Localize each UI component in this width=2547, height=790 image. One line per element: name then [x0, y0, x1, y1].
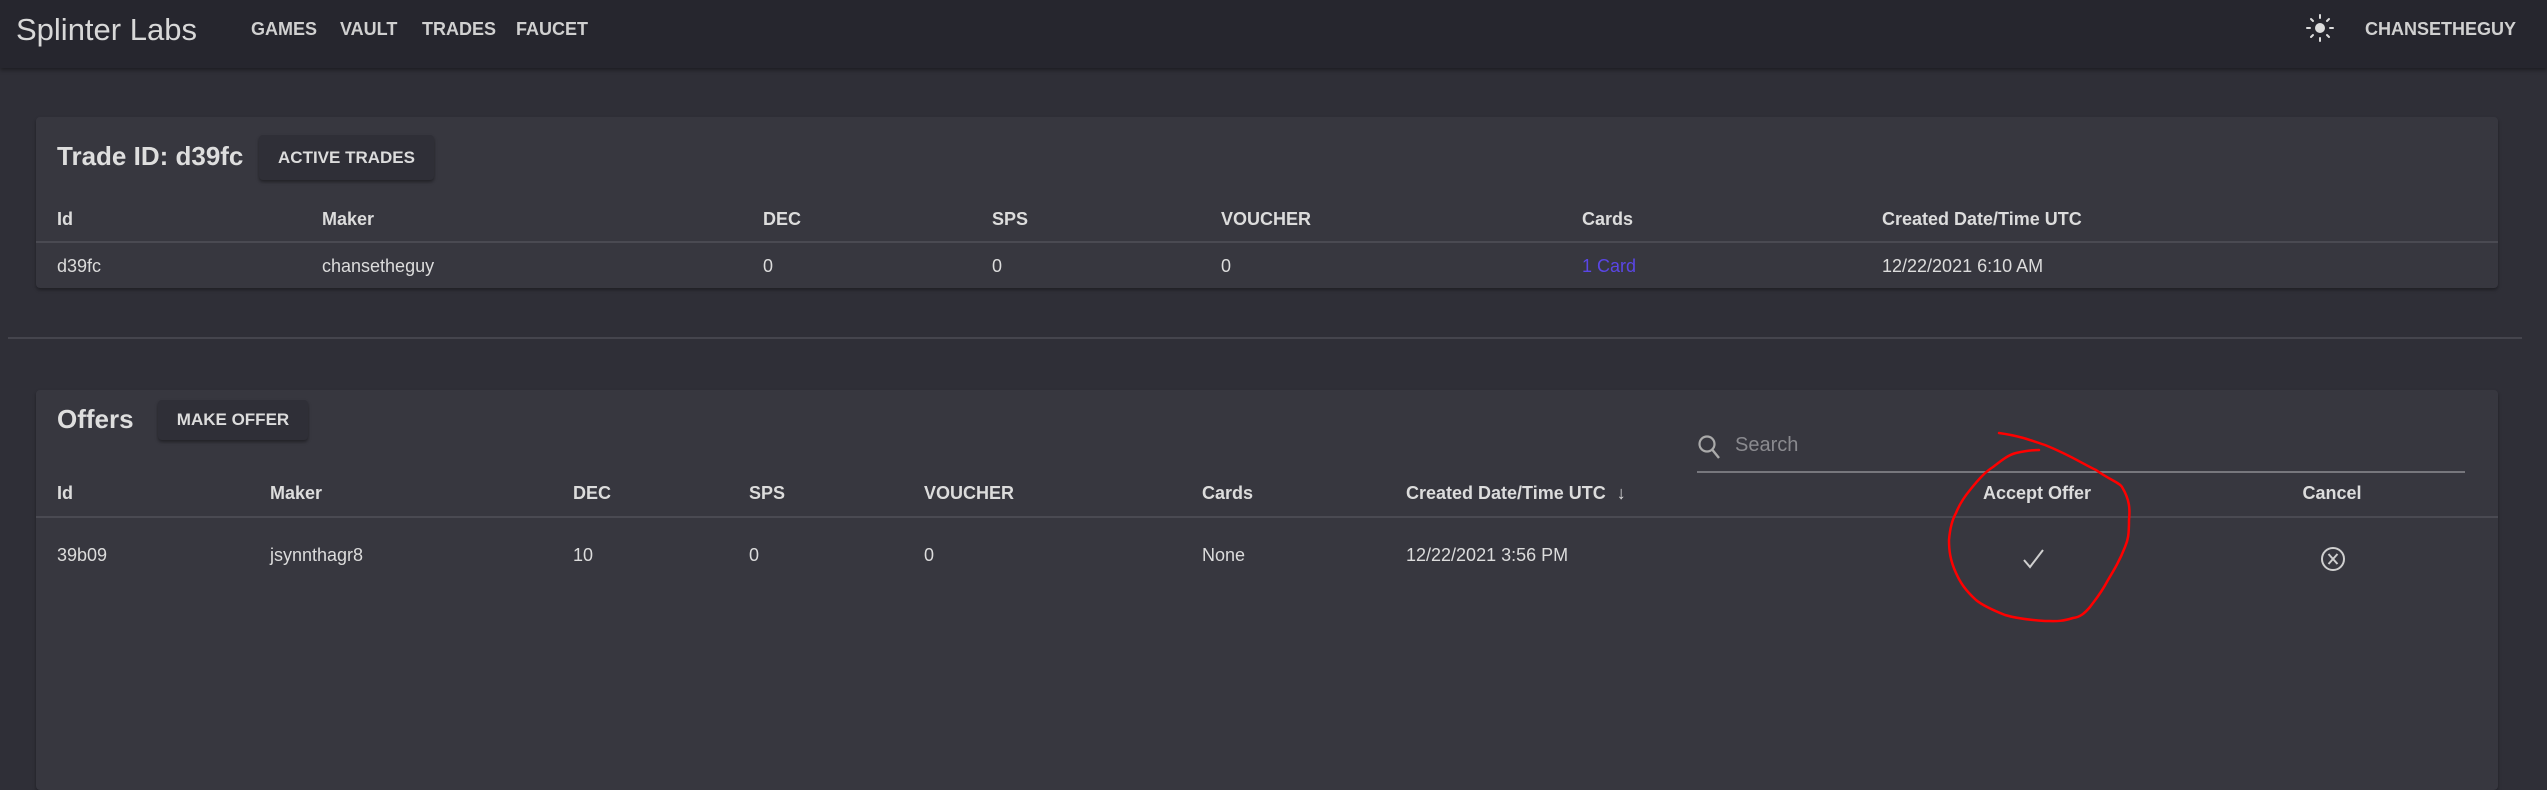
cell-id: d39fc: [57, 256, 102, 276]
col-header-created: Created Date/Time UTC: [1406, 483, 1606, 503]
offers-title: Offers: [57, 404, 134, 434]
col-header-cancel: Cancel: [2302, 483, 2362, 503]
cancel-circle-x-icon[interactable]: [2319, 545, 2347, 573]
cell-sps: 0: [992, 256, 1003, 276]
sort-arrow-down-icon[interactable]: ↓: [1617, 483, 1626, 503]
cell-cards: None: [1202, 545, 1246, 565]
search-field[interactable]: [1697, 434, 2465, 473]
active-trades-button[interactable]: ACTIVE TRADES: [259, 135, 434, 180]
col-header-cards: Cards: [1202, 483, 1254, 503]
nav-games[interactable]: GAMES: [251, 19, 317, 40]
trade-title: Trade ID: d39fc: [57, 141, 244, 171]
col-header-maker: Maker: [322, 209, 375, 229]
col-header-sps: SPS: [749, 483, 786, 503]
nav-trades[interactable]: TRADES: [422, 19, 496, 40]
cell-voucher: 0: [924, 545, 935, 565]
top-app-bar: Splinter Labs GAMES VAULT TRADES FAUCET …: [0, 0, 2547, 68]
col-header-maker: Maker: [270, 483, 323, 503]
col-header-voucher: VOUCHER: [924, 483, 1015, 503]
accept-check-icon[interactable]: [2021, 546, 2047, 572]
divider: [36, 241, 2498, 243]
cell-sps: 0: [749, 545, 760, 565]
col-header-voucher: VOUCHER: [1221, 209, 1312, 229]
col-header-created: Created Date/Time UTC: [1882, 209, 2082, 229]
cell-id: 39b09: [57, 545, 108, 565]
cell-maker: chansetheguy: [322, 256, 435, 276]
cell-maker: jsynnthagr8: [270, 545, 364, 565]
search-input[interactable]: [1735, 434, 2455, 457]
section-divider: [8, 337, 2522, 339]
user-menu[interactable]: CHANSETHEGUY: [2365, 19, 2516, 40]
cell-dec: 10: [573, 545, 594, 565]
col-header-dec: DEC: [763, 209, 802, 229]
offers-card: Offers MAKE OFFER Id Maker DEC SPS VOUCH…: [36, 390, 2498, 790]
app-logo[interactable]: Splinter Labs: [16, 12, 197, 48]
nav-faucet[interactable]: FAUCET: [516, 19, 588, 40]
col-header-cards: Cards: [1582, 209, 1634, 229]
cell-voucher: 0: [1221, 256, 1232, 276]
make-offer-button[interactable]: MAKE OFFER: [158, 400, 308, 440]
col-header-accept: Accept Offer: [1983, 483, 2092, 503]
col-header-sps: SPS: [992, 209, 1029, 229]
search-icon: [1698, 435, 1720, 459]
sun-icon[interactable]: [2306, 14, 2334, 42]
cell-created: 12/22/2021 3:56 PM: [1406, 545, 1569, 565]
col-header-id: Id: [57, 483, 73, 503]
cell-dec: 0: [763, 256, 774, 276]
col-header-id: Id: [57, 209, 73, 229]
col-header-created-sortable[interactable]: Created Date/Time UTC ↓: [1406, 483, 1626, 504]
cell-created: 12/22/2021 6:10 AM: [1882, 256, 2044, 276]
trade-details-card: Trade ID: d39fc ACTIVE TRADES Id Maker D…: [36, 117, 2498, 288]
col-header-dec: DEC: [573, 483, 612, 503]
search-underline: [1697, 471, 2465, 473]
divider: [36, 516, 2498, 518]
cards-link[interactable]: 1 Card: [1582, 256, 1636, 277]
nav-vault[interactable]: VAULT: [340, 19, 397, 40]
